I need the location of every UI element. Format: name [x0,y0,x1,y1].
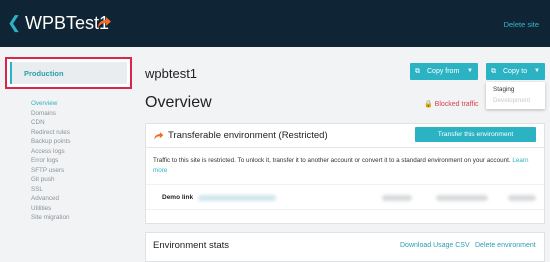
sidebar-item-ssl[interactable]: SSL [31,185,71,195]
environment-name: wpbtest1 [145,66,198,81]
environment-selector[interactable]: Production [5,57,132,89]
top-bar: ❮ WPBTest1 Delete site [0,0,550,47]
sidebar-item-backup-points[interactable]: Backup points [31,137,71,147]
sidebar-item-site-migration[interactable]: Site migration [31,213,71,223]
dropdown-item-development[interactable]: Development [493,97,530,104]
blocked-traffic-label: Blocked traffic [434,101,479,108]
download-usage-csv-link[interactable]: Download Usage CSV [400,242,470,249]
notice-text: Traffic to this site is restricted. To u… [153,157,511,164]
environment-label: Production [24,69,64,78]
copy-from-label: Copy from [427,68,460,75]
copy-to-button[interactable]: ⧉ Copy to ▼ [486,63,545,80]
sidebar-item-redirect-rules[interactable]: Redirect rules [31,128,71,138]
sidebar-item-sftp-users[interactable]: SFTP users [31,166,71,176]
stats-title: Environment stats [153,240,230,251]
transfer-environment-button[interactable]: Transfer this environment [415,127,536,142]
sidebar-nav: Overview Domains CDN Redirect rules Back… [31,99,71,223]
chevron-left-icon[interactable]: ❮ [7,13,21,33]
copy-icon: ⧉ [491,68,496,75]
sidebar-item-overview[interactable]: Overview [31,99,71,109]
sidebar-item-domains[interactable]: Domains [31,109,71,119]
transfer-flame-icon [98,17,111,28]
sidebar-item-git-push[interactable]: Git push [31,175,71,185]
copy-to-label: Copy to [503,68,528,75]
blurred-text [382,195,412,201]
sidebar-item-advanced[interactable]: Advanced [31,194,71,204]
delete-site-link[interactable]: Delete site [504,20,539,29]
dropdown-item-staging[interactable]: Staging [493,86,514,93]
blocked-traffic-badge: 🔒 Blocked traffic [424,100,479,108]
panel-title: Transferable environment (Restricted) [168,130,328,141]
sidebar-item-cdn[interactable]: CDN [31,118,71,128]
environment-item-production[interactable]: Production [10,62,127,84]
caret-down-icon: ▼ [534,68,540,74]
demo-link-url[interactable] [198,195,276,201]
caret-down-icon: ▼ [467,68,473,74]
copy-from-button[interactable]: ⧉ Copy from ▼ [410,63,478,80]
copy-to-dropdown: Staging Development [486,82,545,109]
delete-environment-link[interactable]: Delete environment [475,242,536,249]
demo-link-row: Demo link [146,184,544,210]
demo-link-label: Demo link [162,194,194,201]
page-title: Overview [145,94,212,111]
lock-icon: 🔒 [424,101,433,108]
sidebar-item-error-logs[interactable]: Error logs [31,156,71,166]
environment-stats-panel: Environment stats Download Usage CSV Del… [145,232,545,262]
sidebar-item-access-logs[interactable]: Access logs [31,147,71,157]
restriction-notice: Traffic to this site is restricted. To u… [153,156,533,175]
sidebar-item-utilities[interactable]: Utilities [31,204,71,214]
copy-icon: ⧉ [415,68,420,75]
blurred-text [436,195,488,201]
blurred-text [508,195,536,201]
transfer-flame-icon [154,132,164,140]
